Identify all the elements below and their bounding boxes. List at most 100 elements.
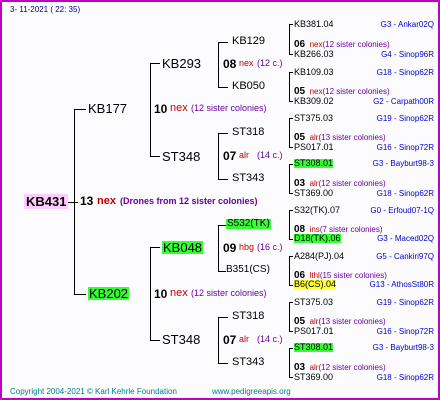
gen2-code-1: nex [239,58,254,68]
root-label[interactable]: KB431 [24,194,69,209]
connector [218,317,228,318]
connector [289,72,290,101]
gen2-note-1: (12 c.) [257,58,283,68]
gen4-place-3: G18 - Sinop62R [376,68,434,77]
connector [289,101,293,102]
gen1-label-1[interactable]: KB177 [88,102,127,115]
root-note: (Drones from 12 sister colonies) [120,196,258,206]
footer-url[interactable]: www.pedigreeapis.org [212,388,291,396]
connector [74,294,86,295]
connector [218,225,219,271]
connector [289,348,293,349]
gen4-place-12: G13 - AthosSt80R [369,280,434,289]
connector [218,271,226,272]
gen4-label-10[interactable]: D18(TK).06 [294,234,341,243]
connector [289,72,293,73]
gen4-label-16[interactable]: ST369.00 [294,373,333,382]
gen1-code-1: nex [170,102,188,114]
gen2-count-1: 08 [223,57,237,71]
gen3-label-4[interactable]: ST343 [232,173,264,184]
connector [150,63,151,156]
gen2-label-3[interactable]: KB048 [162,241,204,254]
connector [218,133,228,134]
gen3-label-3[interactable]: ST318 [232,127,264,138]
connector [289,210,293,211]
gen3-label-2[interactable]: KB050 [232,81,265,92]
gen3-label-1[interactable]: KB129 [232,36,265,47]
gen4-place-2: G4 - Sinop96R [381,50,434,59]
gen3-label-6[interactable]: B351(CS) [226,265,270,275]
gen4-label-15[interactable]: ST308.01 [294,343,334,352]
connector [150,247,160,248]
gen2-note-4: (14 c.) [257,334,283,344]
gen4-place-11: G5 - Cankiri97Q [376,252,434,261]
footer-copyright: Copyright 2004-2021 © Karl Kehrle Founda… [10,387,177,396]
gen3-label-8[interactable]: ST343 [232,357,264,368]
gen3-label-5[interactable]: S532(TK) [226,219,271,229]
gen4-label-4[interactable]: KB309.02 [294,97,334,106]
gen1-code-2: nex [170,287,188,299]
gen2-label-4[interactable]: ST348 [162,333,200,346]
gen2-note-2: (14 c.) [257,150,283,160]
gen2-code-2: alr [239,150,250,160]
gen1-count-2: 10 [154,287,168,301]
gen4-place-4: G2 - Carpath00R [373,97,434,106]
gen4-place-15: G3 - Bayburt98-3 [372,343,434,352]
gen4-label-3[interactable]: KB109.03 [294,68,334,77]
gen4-place-9: G0 - Erfoud07-1Q [370,206,434,215]
connector [289,24,293,25]
connector [150,63,160,64]
gen4-label-7[interactable]: ST308.01 [294,159,334,168]
gen1-note-2: (12 sister colonies) [191,288,267,298]
gen2-label-1[interactable]: KB293 [162,57,201,70]
connector [150,156,160,157]
connector [218,42,219,87]
gen4-label-8[interactable]: ST369.00 [294,189,333,198]
gen4-place-1: G3 - Ankar02Q [380,20,434,29]
connector [218,363,228,364]
connector [289,164,293,165]
gen2-label-2[interactable]: ST348 [162,150,200,163]
gen3-label-7[interactable]: ST318 [232,311,264,322]
connector [74,109,75,295]
gen4-label-1[interactable]: KB381.04 [294,20,334,29]
connector [218,225,226,226]
pedigree-frame: 3- 11-2021 ( 22: 35) KB431 13 nex (Drone… [0,0,440,400]
connector [218,317,219,363]
gen4-label-2[interactable]: KB266.03 [294,50,334,59]
connector [289,118,290,147]
gen4-place-6: G16 - Sinop72R [376,143,434,152]
gen4-label-9[interactable]: S32(TK).07 [294,206,340,215]
gen4-label-12[interactable]: B6(CS).04 [294,280,337,289]
gen4-label-5[interactable]: ST375.03 [294,114,333,123]
connector [289,54,293,55]
connector [289,24,290,54]
connector [218,179,228,180]
root-count: 13 [80,194,94,208]
connector [289,302,293,303]
gen4-place-14: G16 - Sinop72R [376,327,434,336]
connector [218,133,219,179]
connector [289,193,293,194]
connector [218,42,228,43]
connector [289,285,293,286]
gen1-label-2[interactable]: KB202 [88,287,130,300]
gen4-place-16: G18 - Sinop62R [376,373,434,382]
gen1-count-1: 10 [154,102,168,116]
connector [289,377,293,378]
gen1-note-1: (12 sister colonies) [191,103,267,113]
connector [150,340,160,341]
gen4-place-5: G19 - Sinop62R [376,114,434,123]
gen2-count-3: 09 [223,241,237,255]
gen4-place-7: G3 - Bayburt98-3 [372,159,434,168]
connector [289,331,293,332]
gen4-label-6[interactable]: PS017.01 [294,143,334,152]
gen4-label-14[interactable]: PS017.01 [294,327,334,336]
gen4-label-11[interactable]: A284(PJ).04 [294,252,344,261]
connector [289,256,293,257]
gen2-code-4: alr [239,334,250,344]
connector [289,302,290,331]
connector [68,202,78,203]
gen4-label-13[interactable]: ST375.03 [294,298,333,307]
connector [289,210,290,239]
